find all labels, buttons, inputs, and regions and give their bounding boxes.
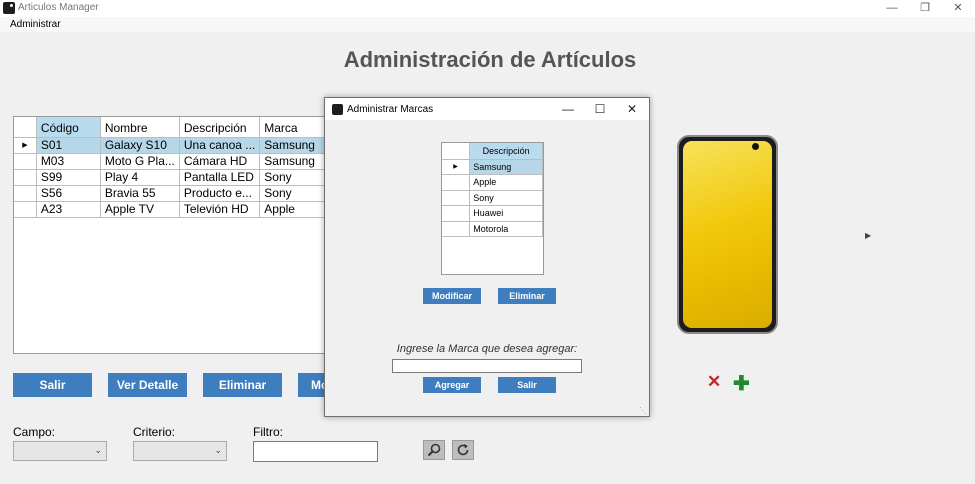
cell[interactable]: Samsung — [259, 153, 327, 170]
search-icon — [427, 443, 441, 457]
cell[interactable]: Galaxy S10 — [100, 137, 180, 154]
dialog-minimize-button[interactable]: — — [553, 101, 583, 117]
cell[interactable]: Moto G Pla... — [100, 153, 180, 170]
cell[interactable]: M03 — [36, 153, 101, 170]
salir-button[interactable]: Salir — [13, 373, 92, 397]
filtro-input[interactable] — [253, 441, 378, 462]
criterio-label: Criterio: — [133, 425, 176, 439]
cell[interactable]: Sony — [259, 185, 327, 202]
camera-icon — [752, 143, 759, 150]
dialog-salir-button[interactable]: Salir — [498, 377, 556, 393]
table-row[interactable]: S56 Bravia 55 Producto e... Sony — [14, 185, 327, 202]
row-header-corner — [14, 117, 37, 138]
row-header — [14, 185, 37, 202]
agregar-prompt: Ingrese la Marca que desea agregar: — [396, 343, 578, 355]
cell[interactable]: Televión HD — [179, 201, 261, 218]
cell[interactable]: S01 — [36, 137, 101, 154]
cell[interactable]: Producto e... — [179, 185, 261, 202]
column-header-descripcion[interactable]: Descripción — [469, 143, 543, 160]
eliminar-button[interactable]: Eliminar — [203, 373, 282, 397]
menu-administrar[interactable]: Administrar — [10, 19, 61, 30]
column-header-nombre[interactable]: Nombre — [100, 117, 180, 138]
cell[interactable]: Bravia 55 — [100, 185, 180, 202]
close-button[interactable]: ✕ — [941, 0, 975, 17]
search-button[interactable] — [423, 440, 445, 460]
chevron-down-icon: ⌄ — [94, 445, 102, 455]
agregar-button[interactable]: Agregar — [423, 377, 481, 393]
column-header-codigo[interactable]: Código — [36, 117, 101, 138]
refresh-icon — [457, 444, 469, 456]
cell[interactable]: Play 4 — [100, 169, 180, 186]
cell[interactable]: Samsung — [259, 137, 327, 154]
row-header — [14, 169, 37, 186]
cell[interactable]: Huawei — [469, 205, 543, 222]
administrar-marcas-dialog: Administrar Marcas — ☐ ✕ Descripción ▶ S… — [324, 97, 650, 417]
dialog-close-button[interactable]: ✕ — [617, 101, 647, 117]
filtro-label: Filtro: — [253, 425, 283, 439]
list-item[interactable]: ▶ Samsung — [442, 159, 543, 175]
refresh-button[interactable] — [452, 440, 474, 460]
row-header — [14, 153, 37, 170]
table-row[interactable]: M03 Moto G Pla... Cámara HD Samsung — [14, 153, 327, 170]
cell[interactable]: S56 — [36, 185, 101, 202]
title-bar — [0, 0, 975, 17]
criterio-dropdown[interactable]: ⌄ — [133, 441, 227, 461]
cell[interactable]: Apple — [469, 174, 543, 191]
table-row[interactable]: A23 Apple TV Televión HD Apple — [14, 201, 327, 218]
row-header — [442, 174, 471, 191]
row-header-corner — [442, 143, 471, 160]
cell[interactable]: S99 — [36, 169, 101, 186]
menu-bar — [0, 17, 975, 32]
dialog-maximize-button[interactable]: ☐ — [585, 101, 615, 117]
cell[interactable]: Motorola — [469, 221, 543, 237]
list-item[interactable]: Huawei — [442, 205, 543, 222]
resize-grip-icon[interactable]: ⋱ — [639, 406, 647, 415]
brands-grid[interactable]: Descripción ▶ Samsung Apple Sony Huawei … — [441, 142, 544, 275]
row-header — [14, 201, 37, 218]
x-icon[interactable]: ✕ — [707, 372, 721, 392]
campo-label: Campo: — [13, 425, 56, 439]
cell[interactable]: Sony — [259, 169, 327, 186]
chevron-down-icon: ⌄ — [214, 445, 222, 455]
table-row[interactable]: ▶ S01 Galaxy S10 Una canoa ... Samsung — [14, 137, 327, 154]
articles-grid[interactable]: Código Nombre Descripción Marca ▶ S01 Ga… — [13, 116, 328, 354]
window-title: Articulos Manager — [18, 2, 99, 13]
list-item[interactable]: Motorola — [442, 221, 543, 237]
row-selector-icon: ▶ — [442, 159, 471, 175]
marca-input[interactable] — [392, 359, 582, 373]
row-header — [442, 205, 471, 222]
campo-dropdown[interactable]: ⌄ — [13, 441, 107, 461]
dialog-title: Administrar Marcas — [347, 104, 434, 115]
app-icon — [332, 104, 343, 115]
app-icon — [3, 2, 15, 14]
row-selector-icon: ▶ — [14, 137, 37, 154]
cell[interactable]: Pantalla LED — [179, 169, 261, 186]
ver-detalle-button[interactable]: Ver Detalle — [108, 373, 187, 397]
page-title: Administración de Artículos — [343, 47, 637, 72]
dialog-modificar-button[interactable]: Modificar — [423, 288, 481, 304]
cell[interactable]: Sony — [469, 190, 543, 206]
column-header-marca[interactable]: Marca — [259, 117, 327, 138]
cell[interactable]: Apple — [259, 201, 327, 218]
list-item[interactable]: Apple — [442, 174, 543, 191]
minimize-button[interactable]: — — [875, 0, 909, 17]
arrow-right-icon[interactable]: ▶ — [865, 231, 871, 240]
list-item[interactable]: Sony — [442, 190, 543, 206]
grid-header-row: Código Nombre Descripción Marca — [14, 117, 327, 138]
column-header-descripcion[interactable]: Descripción — [179, 117, 261, 138]
dialog-eliminar-button[interactable]: Eliminar — [498, 288, 556, 304]
row-header — [442, 190, 471, 206]
cell[interactable]: A23 — [36, 201, 101, 218]
plus-icon[interactable]: ✚ — [733, 371, 750, 396]
row-header — [442, 221, 471, 237]
cell[interactable]: Una canoa ... — [179, 137, 261, 154]
cell[interactable]: Cámara HD — [179, 153, 261, 170]
table-row[interactable]: S99 Play 4 Pantalla LED Sony — [14, 169, 327, 186]
product-image — [677, 135, 778, 334]
restore-button[interactable]: ❐ — [908, 0, 942, 17]
cell[interactable]: Samsung — [469, 159, 543, 175]
cell[interactable]: Apple TV — [100, 201, 180, 218]
grid-header-row: Descripción — [442, 143, 543, 160]
phone-screen — [683, 141, 772, 328]
